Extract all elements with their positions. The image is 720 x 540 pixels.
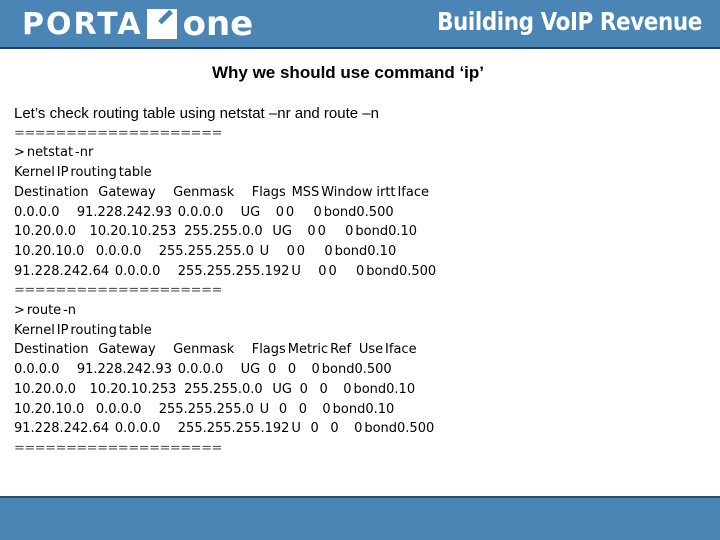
netstat-row: 91.228.242.64 0.0.0.0 255.255.255.192 U … xyxy=(14,263,437,279)
route-row: 91.228.242.64 0.0.0.0 255.255.255.192 U … xyxy=(14,421,435,437)
route-row: 10.20.10.0 0.0.0.0 255.255.255.0 U 0 0 0… xyxy=(14,401,395,417)
header-bar: PORTA one Building VoIP Revenue xyxy=(0,0,720,49)
slide-title: Why we should use command ‘ip’ xyxy=(211,63,485,82)
netstat-row: 0.0.0.0 91.228.242.93 0.0.0.0 UG 0 0 0 b… xyxy=(14,204,394,220)
logo-text-porta: PORTA xyxy=(22,6,143,42)
separator: ==================== xyxy=(14,440,222,456)
route-row: 0.0.0.0 91.228.242.93 0.0.0.0 UG 0 0 0 b… xyxy=(14,362,392,378)
intro-text: Let’s check routing table using netstat … xyxy=(14,105,379,122)
portaone-logo: PORTA one xyxy=(22,4,253,44)
slide-body: Let’s check routing table using netstat … xyxy=(14,104,436,459)
route-command: > route -n xyxy=(14,303,77,319)
route-header: Destination Gateway Genmask Flags Metric… xyxy=(14,342,417,358)
footer-bar xyxy=(0,498,720,540)
netstat-header: Destination Gateway Genmask Flags MSS Wi… xyxy=(14,184,429,200)
netstat-command: > netstat -nr xyxy=(14,145,94,161)
tagline: Building VoIP Revenue xyxy=(437,7,702,36)
route-row: 10.20.0.0 10.20.10.253 255.255.0.0 UG 0 … xyxy=(14,381,416,397)
netstat-row: 10.20.0.0 10.20.10.253 255.255.0.0 UG 0 … xyxy=(14,224,418,240)
separator: ==================== xyxy=(14,125,222,141)
netstat-row: 10.20.10.0 0.0.0.0 255.255.255.0 U 0 0 0… xyxy=(14,243,397,259)
separator: ==================== xyxy=(14,283,222,299)
netstat-caption: Kernel IP routing table xyxy=(14,165,152,181)
route-caption: Kernel IP routing table xyxy=(14,322,152,338)
logo-text-one: one xyxy=(182,4,254,44)
logo-slash-icon xyxy=(146,9,177,39)
